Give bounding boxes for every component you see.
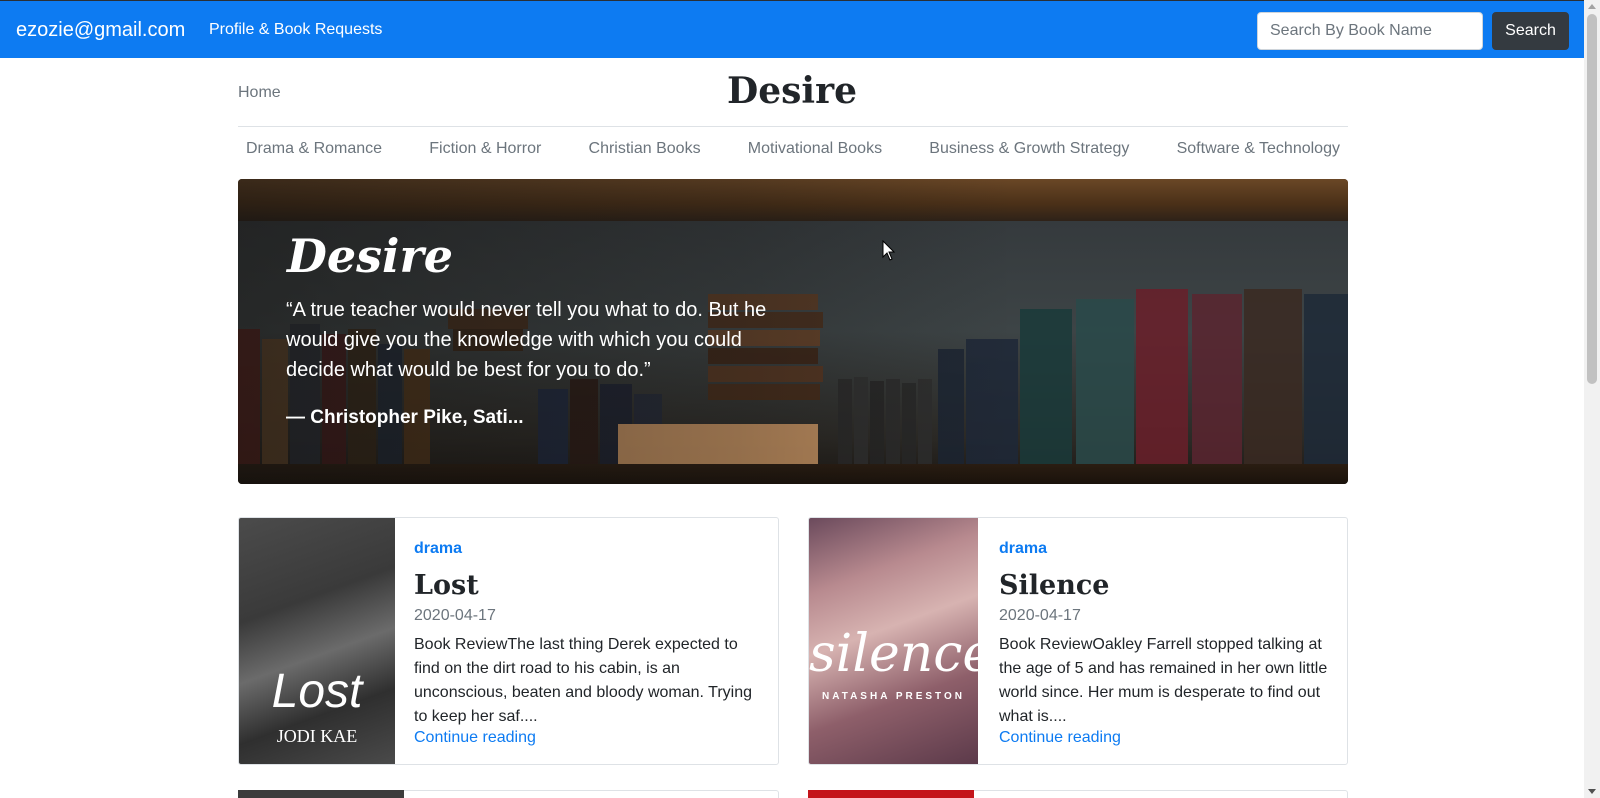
cover-author-text: JODI KAE [276,726,358,746]
search-input[interactable] [1257,12,1483,50]
scroll-thumb[interactable] [1587,14,1597,384]
category-motivational-books[interactable]: Motivational Books [748,137,882,161]
cover-author-text: NATASHA PRESTON [822,691,965,702]
category-software-technology[interactable]: Software & Technology [1177,137,1340,161]
post-date: 2020-04-17 [414,607,496,624]
cover-title-text: silence [809,624,978,684]
category-nav: Drama & Romance Fiction & Horror Christi… [238,137,1348,161]
hero-title: Desire [287,229,454,283]
hero-quote-author: — Christopher Pike, Sati... [286,407,524,428]
continue-reading-link[interactable]: Continue reading [999,729,1121,747]
post-card: silence NATASHA PRESTON drama Silence 20… [808,517,1348,765]
category-fiction-horror[interactable]: Fiction & Horror [429,137,541,161]
post-card: Lost JODI KAE drama Lost 2020-04-17 Book… [238,517,779,765]
scroll-down-arrow-icon[interactable] [1588,789,1596,794]
scroll-up-arrow-icon[interactable] [1588,4,1596,9]
post-category[interactable]: drama [414,540,462,558]
category-business-growth[interactable]: Business & Growth Strategy [929,137,1129,161]
post-excerpt: Book ReviewThe last thing Derek expected… [414,636,752,725]
post-title: Lost [414,570,479,601]
category-christian-books[interactable]: Christian Books [589,137,701,161]
hero-banner: Desire “A true teacher would never tell … [238,179,1348,484]
site-title[interactable]: Desire [0,70,1584,112]
post-title: Silence [999,570,1110,601]
user-email-brand[interactable]: ezozie@gmail.com [16,19,185,42]
header-divider [238,126,1348,127]
post-excerpt: Book ReviewOakley Farrell stopped talkin… [999,636,1328,725]
post-category[interactable]: drama [999,540,1047,558]
top-navbar: ezozie@gmail.com Profile & Book Requests… [0,0,1584,58]
profile-requests-link[interactable]: Profile & Book Requests [209,21,382,39]
vertical-scrollbar[interactable] [1584,0,1600,798]
continue-reading-link[interactable]: Continue reading [414,729,536,747]
book-cover-image: Lost JODI KAE [239,518,395,764]
book-cover-image-partial [808,790,974,798]
search-button[interactable]: Search [1492,12,1569,50]
hero-quote: “A true teacher would never tell you wha… [286,299,767,381]
cover-title-text: Lost [271,665,363,718]
book-cover-image: silence NATASHA PRESTON [809,518,978,764]
post-date: 2020-04-17 [999,607,1081,624]
book-cover-image-partial [238,790,404,798]
category-drama-romance[interactable]: Drama & Romance [246,137,382,161]
